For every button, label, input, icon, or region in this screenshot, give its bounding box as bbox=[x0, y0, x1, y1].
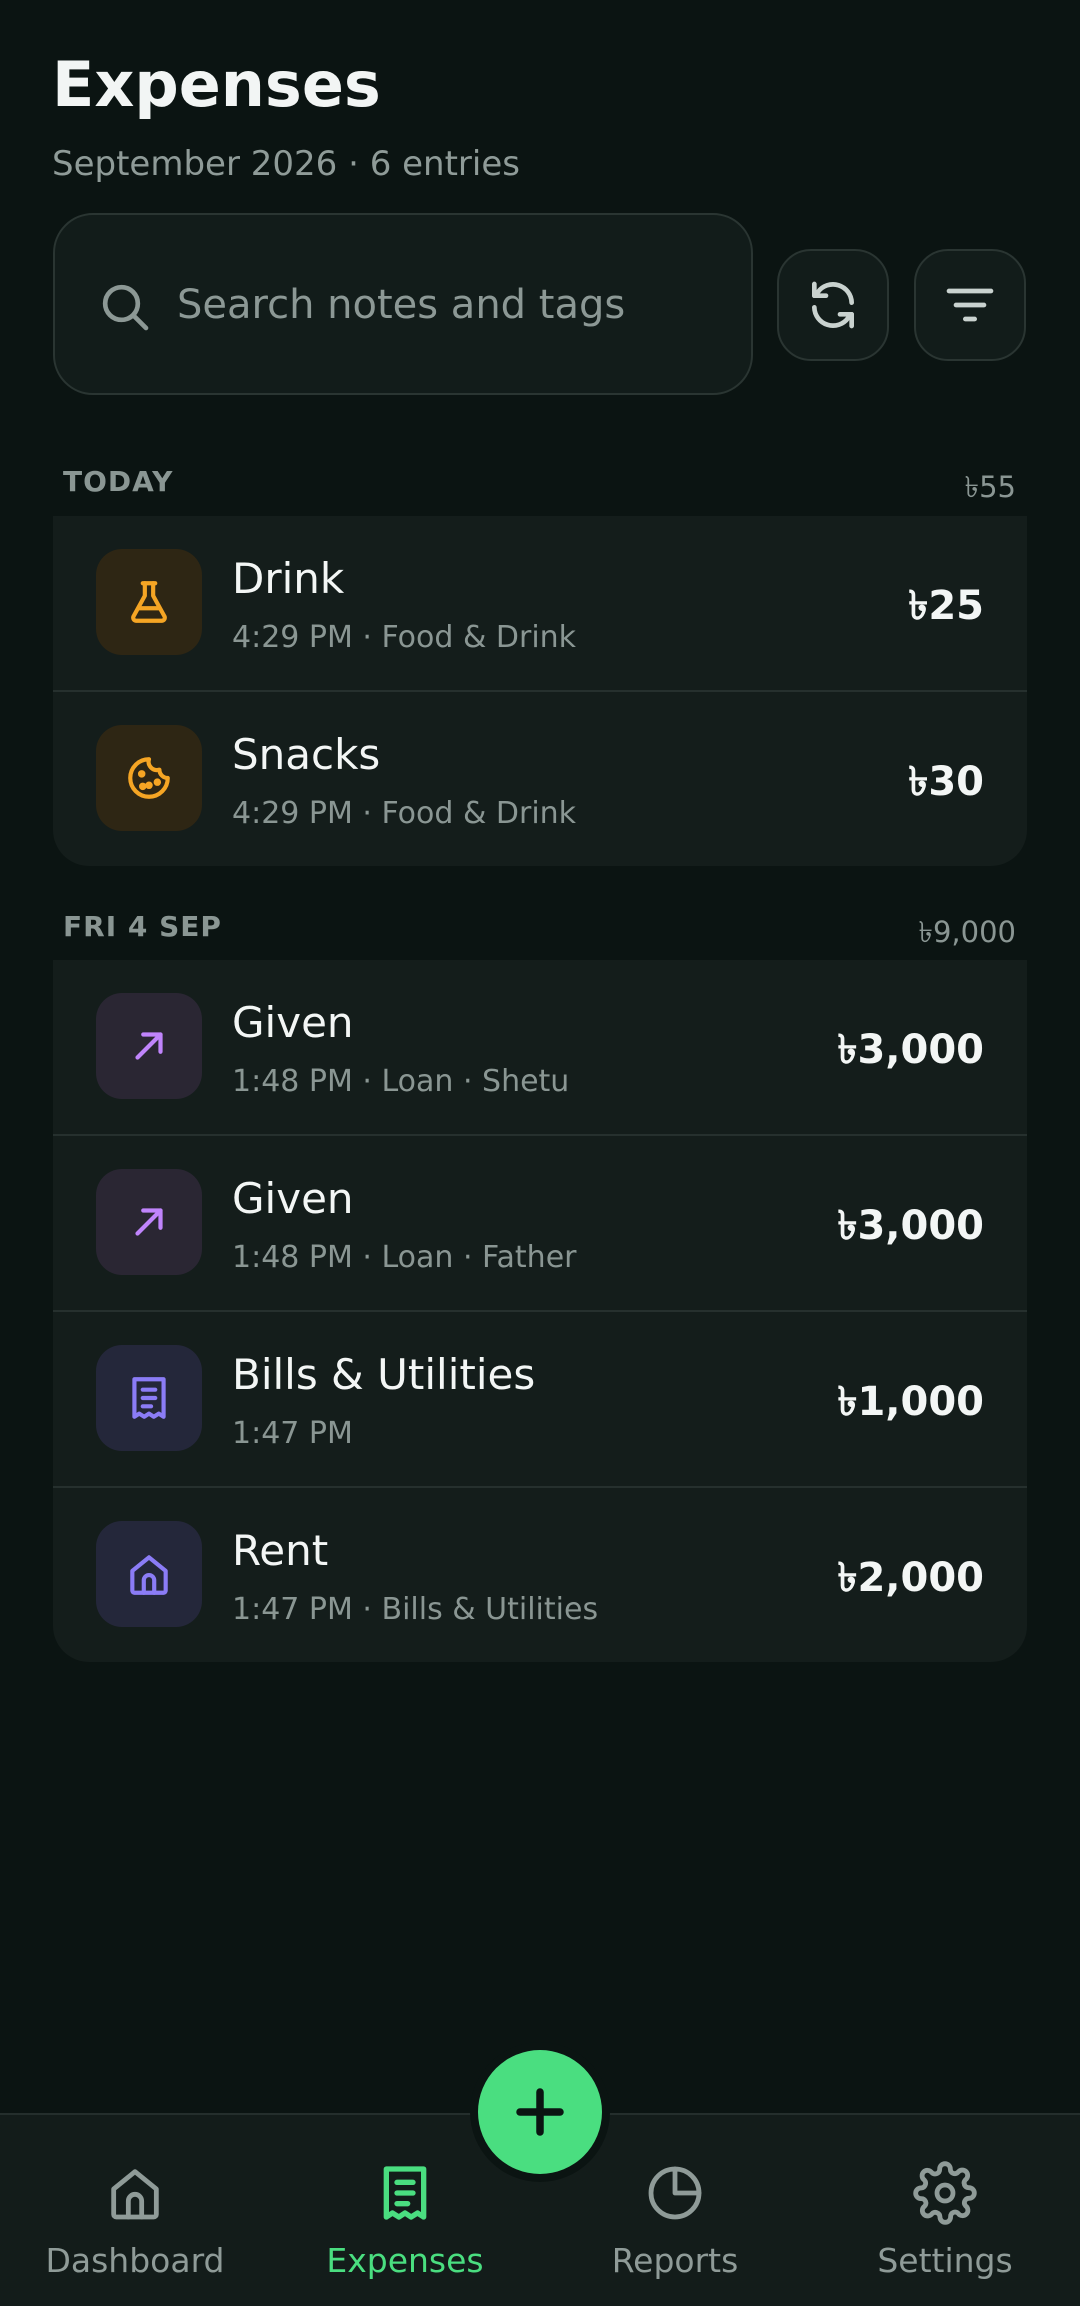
expense-meta: 4:29 PM · Food & Drink bbox=[232, 620, 577, 655]
expense-amount: ৳25 bbox=[908, 583, 984, 629]
expense-meta: 4:29 PM · Food & Drink bbox=[232, 796, 577, 831]
cookie-icon bbox=[128, 757, 170, 799]
section-total: ৳9,000 bbox=[918, 915, 1016, 949]
expense-title: Drink bbox=[232, 554, 345, 603]
section-total: ৳55 bbox=[964, 470, 1016, 504]
expense-meta: 1:47 PM bbox=[232, 1416, 353, 1451]
expense-row[interactable]: Rent 1:47 PM · Bills & Utilities ৳2,000 bbox=[53, 1488, 1027, 1662]
pie-chart-icon bbox=[648, 2166, 702, 2220]
expense-meta: 1:47 PM · Bills & Utilities bbox=[232, 1592, 599, 1627]
flask-icon bbox=[131, 581, 167, 623]
expense-row[interactable]: Bills & Utilities 1:47 PM ৳1,000 bbox=[53, 1312, 1027, 1488]
search-icon bbox=[102, 284, 149, 331]
plus-icon bbox=[516, 2088, 564, 2136]
loan-category-badge bbox=[96, 1169, 202, 1275]
page-title: Expenses bbox=[52, 48, 381, 121]
search-input[interactable] bbox=[177, 255, 737, 355]
nav-dashboard[interactable]: Dashboard bbox=[0, 2115, 270, 2306]
expense-amount: ৳2,000 bbox=[837, 1555, 984, 1601]
expense-title: Given bbox=[232, 1174, 354, 1223]
expense-list-fri-4-sep: Given 1:48 PM · Loan · Shetu ৳3,000 Give… bbox=[53, 960, 1027, 1662]
nav-settings[interactable]: Settings bbox=[810, 2115, 1080, 2306]
section-label: TODAY bbox=[63, 465, 174, 498]
expense-title: Snacks bbox=[232, 730, 381, 779]
food-category-badge bbox=[96, 725, 202, 831]
expense-amount: ৳1,000 bbox=[837, 1379, 984, 1425]
nav-label: Expenses bbox=[326, 2241, 484, 2280]
expense-meta: 1:48 PM · Loan · Shetu bbox=[232, 1064, 570, 1099]
expense-row[interactable]: Given 1:48 PM · Loan · Shetu ৳3,000 bbox=[53, 960, 1027, 1136]
search-box[interactable] bbox=[53, 213, 753, 395]
bills-category-badge bbox=[96, 1521, 202, 1627]
arrow-up-right-icon bbox=[135, 1032, 163, 1060]
receipt-icon bbox=[383, 2166, 427, 2220]
arrow-up-right-icon bbox=[135, 1208, 163, 1236]
expense-amount: ৳30 bbox=[908, 759, 984, 805]
expense-row[interactable]: Given 1:48 PM · Loan · Father ৳3,000 bbox=[53, 1136, 1027, 1312]
expense-list-today: Drink 4:29 PM · Food & Drink ৳25 Snacks … bbox=[53, 516, 1027, 866]
nav-label: Settings bbox=[877, 2241, 1013, 2280]
home-icon bbox=[130, 1555, 168, 1595]
section-label: FRI 4 SEP bbox=[63, 910, 222, 943]
expense-amount: ৳3,000 bbox=[837, 1203, 984, 1249]
expense-title: Bills & Utilities bbox=[232, 1350, 536, 1399]
section-header-today: TODAY ৳55 bbox=[63, 465, 1016, 504]
expense-meta: 1:48 PM · Loan · Father bbox=[232, 1240, 577, 1275]
food-category-badge bbox=[96, 549, 202, 655]
add-expense-button[interactable] bbox=[478, 2050, 602, 2174]
expense-title: Given bbox=[232, 998, 354, 1047]
home-icon bbox=[111, 2169, 159, 2220]
section-header-fri-4-sep: FRI 4 SEP ৳9,000 bbox=[63, 910, 1016, 949]
refresh-icon bbox=[812, 281, 854, 329]
expense-amount: ৳3,000 bbox=[837, 1027, 984, 1073]
loan-category-badge bbox=[96, 993, 202, 1099]
gear-icon bbox=[913, 2161, 977, 2225]
nav-label: Reports bbox=[611, 2241, 739, 2280]
refresh-button[interactable] bbox=[777, 249, 889, 361]
filter-icon bbox=[946, 288, 994, 322]
receipt-icon bbox=[132, 1377, 166, 1419]
expense-row[interactable]: Drink 4:29 PM · Food & Drink ৳25 bbox=[53, 516, 1027, 692]
filter-button[interactable] bbox=[914, 249, 1026, 361]
expense-row[interactable]: Snacks 4:29 PM · Food & Drink ৳30 bbox=[53, 692, 1027, 866]
bills-category-badge bbox=[96, 1345, 202, 1451]
page-subtitle: September 2026 · 6 entries bbox=[52, 144, 520, 184]
expense-title: Rent bbox=[232, 1526, 329, 1575]
nav-label: Dashboard bbox=[45, 2241, 225, 2280]
